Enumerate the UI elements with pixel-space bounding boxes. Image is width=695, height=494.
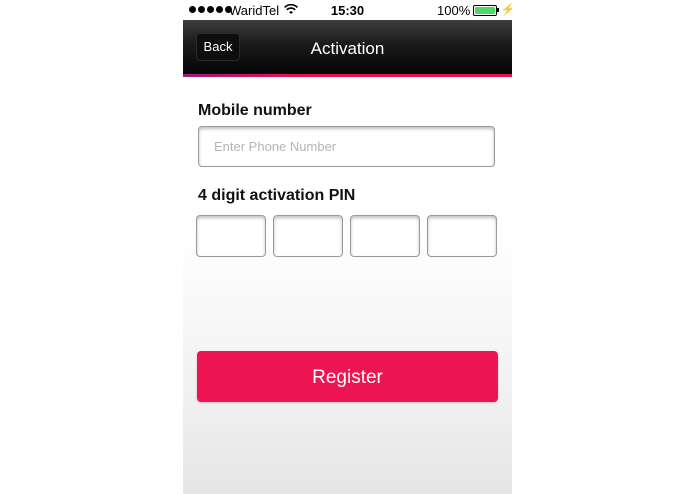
pin-digit-2-input[interactable] [273,215,343,257]
pin-input-group [196,215,498,257]
mobile-number-label: Mobile number [198,102,312,119]
register-button[interactable]: Register [197,351,498,402]
status-bar: WaridTel 15:30 100% ⚡ [183,0,512,20]
pin-label: 4 digit activation PIN [198,187,356,204]
nav-accent-stripe [183,74,512,77]
pin-digit-1-input[interactable] [196,215,266,257]
pin-digit-3-input[interactable] [350,215,420,257]
app-screen: WaridTel 15:30 100% ⚡ Back Activation Mo… [183,0,512,494]
battery-cap [497,8,499,12]
navigation-bar: Back Activation [183,20,512,74]
phone-number-input[interactable] [198,126,495,167]
pin-digit-4-input[interactable] [427,215,497,257]
bolt-icon: ⚡ [501,4,512,16]
battery-icon [473,5,497,16]
page-title: Activation [310,39,385,58]
battery-level-fill [475,7,495,14]
battery-percent: 100% [437,3,471,18]
